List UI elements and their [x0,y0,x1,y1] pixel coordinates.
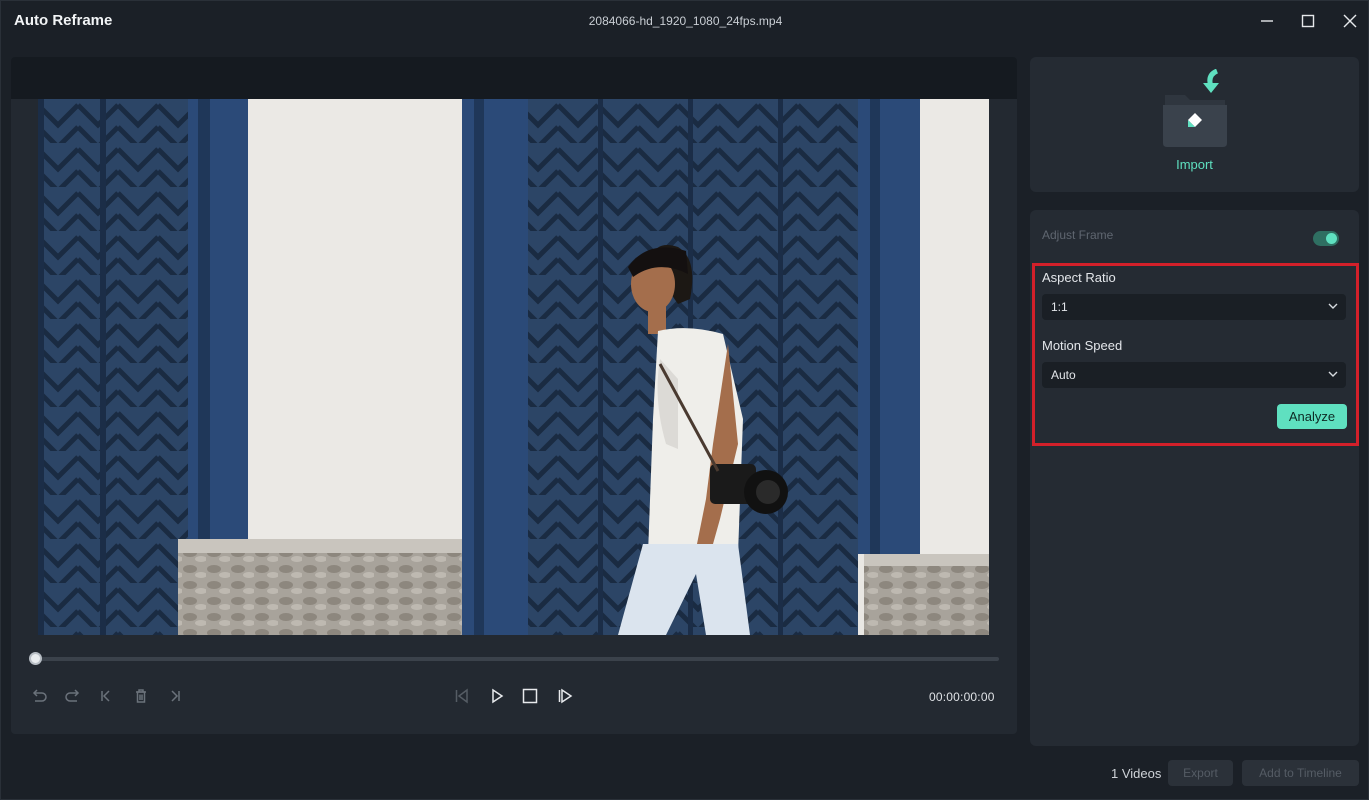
close-button[interactable] [1336,9,1364,33]
timeline-scrubber[interactable] [29,652,999,665]
play-button[interactable] [485,686,509,706]
playhead-handle[interactable] [29,652,42,665]
auto-reframe-window: Auto Reframe 2084066-hd_1920_1080_24fps.… [0,0,1369,800]
import-folder-icon [1163,69,1227,147]
file-name-title: 2084066-hd_1920_1080_24fps.mp4 [588,14,783,28]
video-scene-illustration [38,99,989,635]
trash-icon [136,689,146,703]
minimize-button[interactable] [1253,9,1281,33]
preview-top-bar [11,57,1017,99]
previous-frame-button[interactable] [450,686,474,706]
chevron-down-icon [1328,303,1338,309]
adjust-frame-toggle[interactable] [1313,231,1339,246]
export-button[interactable]: Export [1168,760,1233,786]
analyze-button[interactable]: Analyze [1277,404,1347,429]
go-to-start-icon [101,690,110,702]
next-frame-icon [558,688,573,704]
stop-icon [522,688,538,704]
undo-button[interactable] [27,686,51,706]
close-icon [1343,14,1357,28]
stop-button[interactable] [518,686,542,706]
preview-panel: 00:00:00:00 [11,57,1017,734]
title-bar: Auto Reframe 2084066-hd_1920_1080_24fps.… [1,1,1369,41]
motion-speed-value: Auto [1051,368,1076,382]
maximize-button[interactable] [1294,9,1322,33]
aspect-ratio-label: Aspect Ratio [1042,270,1116,285]
aspect-ratio-select[interactable]: 1:1 [1042,294,1346,320]
go-to-end-icon [171,690,180,702]
chevron-down-icon [1328,371,1338,377]
redo-icon [65,689,80,702]
previous-frame-icon [455,688,468,704]
import-label: Import [1176,157,1213,172]
timecode-display: 00:00:00:00 [929,690,995,704]
add-to-timeline-button[interactable]: Add to Timeline [1242,760,1359,786]
adjust-frame-label: Adjust Frame [1042,228,1114,242]
minimize-icon [1261,20,1273,22]
go-to-start-button[interactable] [94,686,118,706]
toggle-knob [1326,233,1337,244]
undo-icon [32,689,47,702]
redo-button[interactable] [61,686,85,706]
motion-speed-label: Motion Speed [1042,338,1123,353]
play-icon [492,688,504,704]
next-frame-button[interactable] [553,686,577,706]
motion-speed-select[interactable]: Auto [1042,362,1346,388]
video-count: 1 Videos [1111,766,1162,781]
import-area[interactable]: Import [1030,57,1359,192]
delete-button[interactable] [129,686,153,706]
video-frame[interactable] [38,99,989,635]
maximize-icon [1301,14,1315,28]
aspect-ratio-value: 1:1 [1051,300,1068,314]
go-to-end-button[interactable] [163,686,187,706]
